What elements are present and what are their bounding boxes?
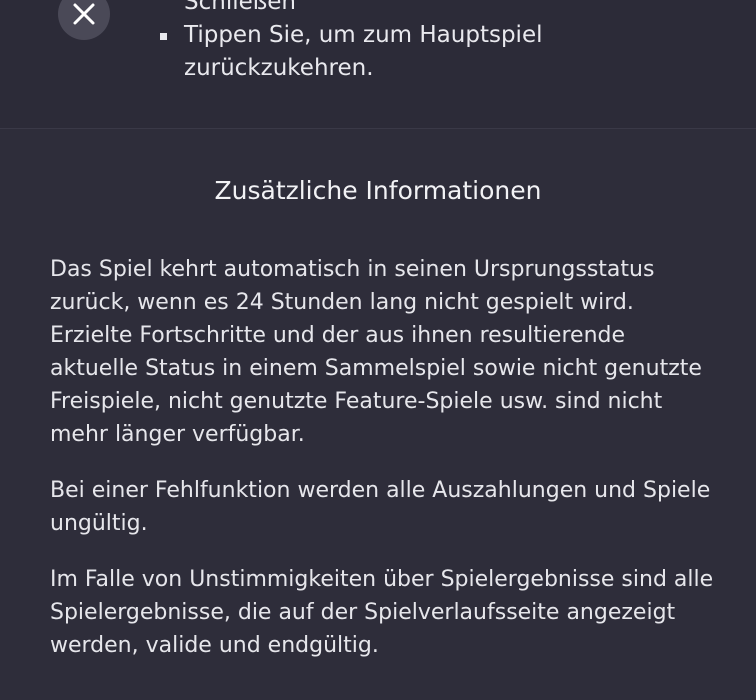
- info-paragraph: Im Falle von Unstimmigkeiten über Spiele…: [50, 567, 714, 658]
- list-item: Schließen: [160, 0, 720, 19]
- bullet-icon: [160, 33, 167, 40]
- info-paragraphs: Das Spiel kehrt automatisch in seinen Ur…: [50, 253, 720, 685]
- instruction-text: Schließen: [184, 0, 296, 15]
- instructions-section: Schließen Tippen Sie, um zum Hauptspiel …: [0, 0, 756, 129]
- instruction-text: Tippen Sie, um zum Hauptspiel zurückzuke…: [184, 22, 543, 81]
- info-paragraph: Das Spiel kehrt automatisch in seinen Ur…: [50, 257, 702, 447]
- close-icon: [73, 3, 95, 25]
- close-button[interactable]: [58, 0, 110, 40]
- info-paragraph: Bei einer Fehlfunktion werden alle Ausza…: [50, 478, 711, 536]
- section-title: Zusätzliche Informationen: [214, 176, 542, 205]
- instructions-list: Schließen Tippen Sie, um zum Hauptspiel …: [160, 0, 720, 85]
- list-item: Tippen Sie, um zum Hauptspiel zurückzuke…: [160, 19, 720, 85]
